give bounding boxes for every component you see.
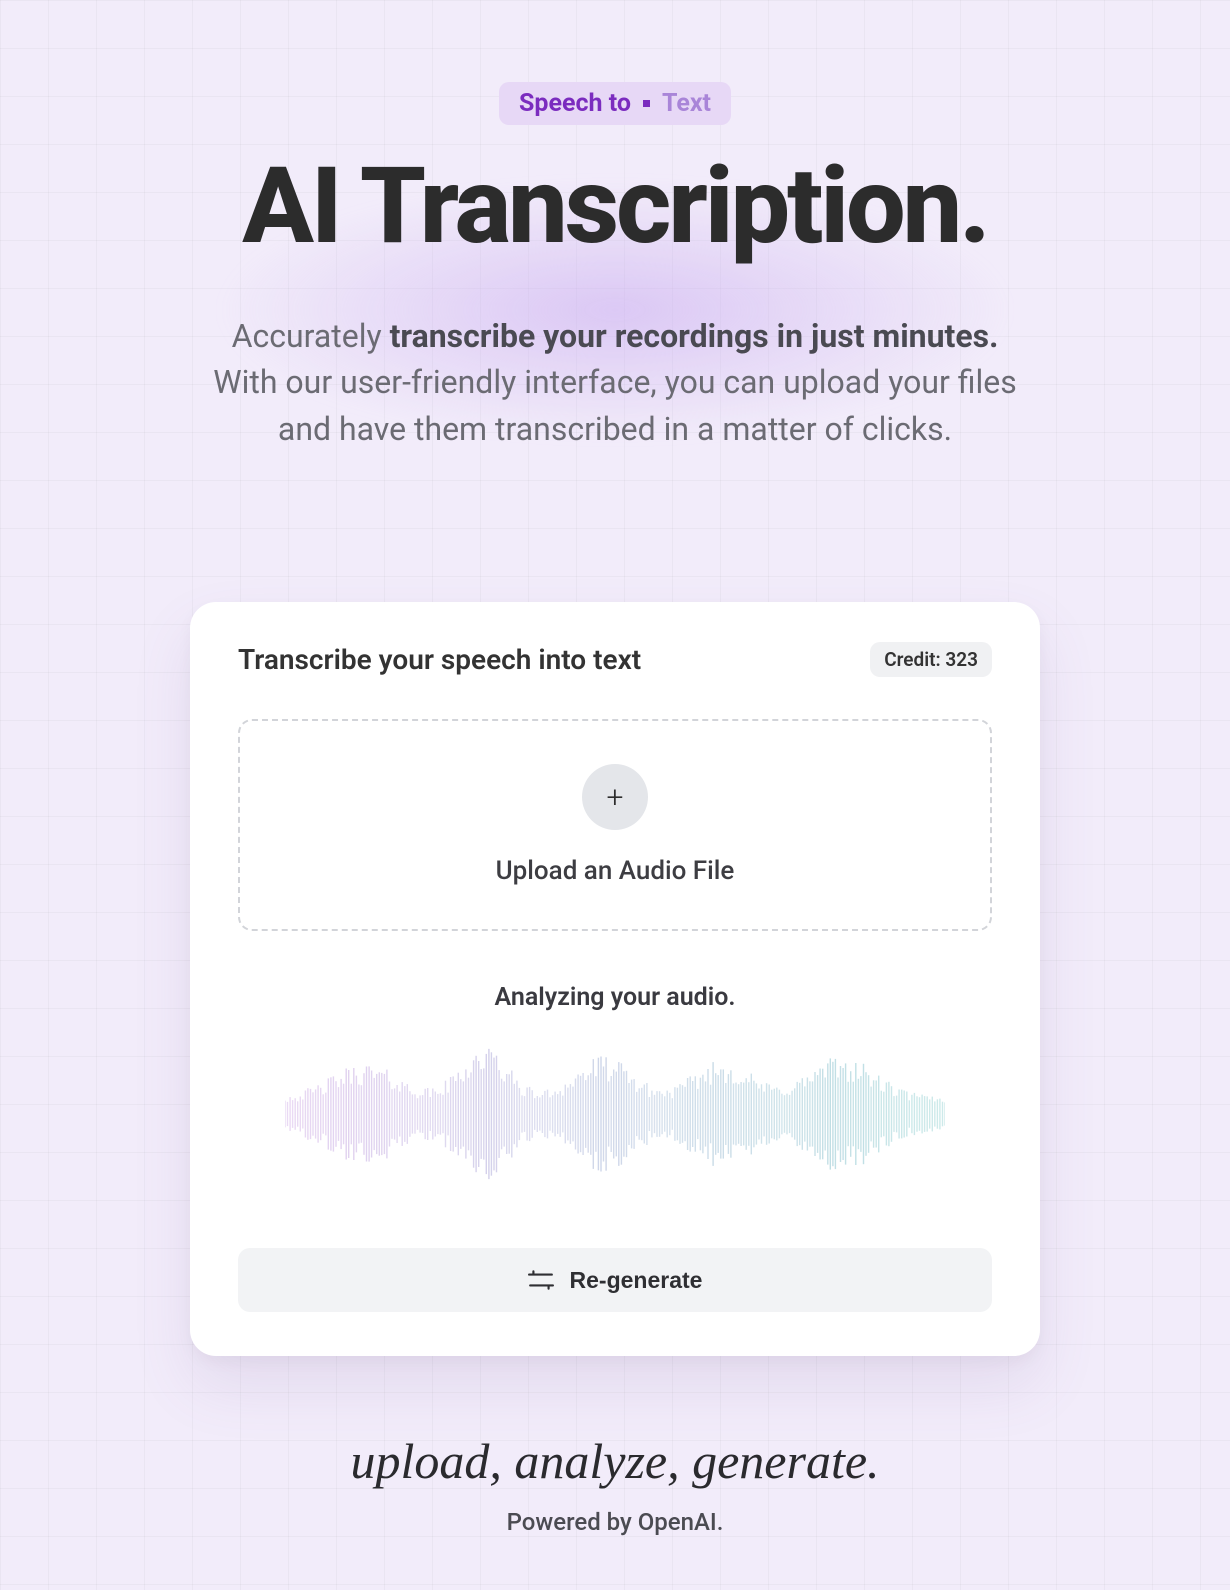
page-container: Speech to Text AI Transcription. Accurat… [0,0,1230,1536]
footer-script-text: upload, analyze, generate. [350,1432,879,1490]
powered-by-text: Powered by OpenAI. [507,1508,724,1536]
upload-dropzone[interactable]: + Upload an Audio File [238,719,992,931]
credit-badge: Credit: 323 [870,642,992,677]
upload-label: Upload an Audio File [496,856,735,886]
badge-separator-dot [643,100,650,107]
subtitle-pre: Accurately [232,317,390,355]
card-title: Transcribe your speech into text [238,643,641,676]
audio-waveform [285,1034,945,1194]
regenerate-label: Re-generate [570,1267,703,1294]
subtitle-bold: transcribe your recordings in just minut… [390,317,999,355]
swap-arrows-icon [528,1270,554,1290]
tag-badge: Speech to Text [499,82,731,125]
page-title: AI Transcription. [242,153,987,259]
badge-right-text: Text [662,89,711,118]
plus-icon: + [582,764,648,830]
badge-left-text: Speech to [519,89,631,118]
page-subtitle: Accurately transcribe your recordings in… [210,313,1020,452]
subtitle-post: With our user-friendly interface, you ca… [213,363,1017,447]
transcription-card: Transcribe your speech into text Credit:… [190,602,1040,1356]
regenerate-button[interactable]: Re-generate [238,1248,992,1312]
analysis-status: Analyzing your audio. [238,983,992,1012]
card-header: Transcribe your speech into text Credit:… [238,642,992,677]
